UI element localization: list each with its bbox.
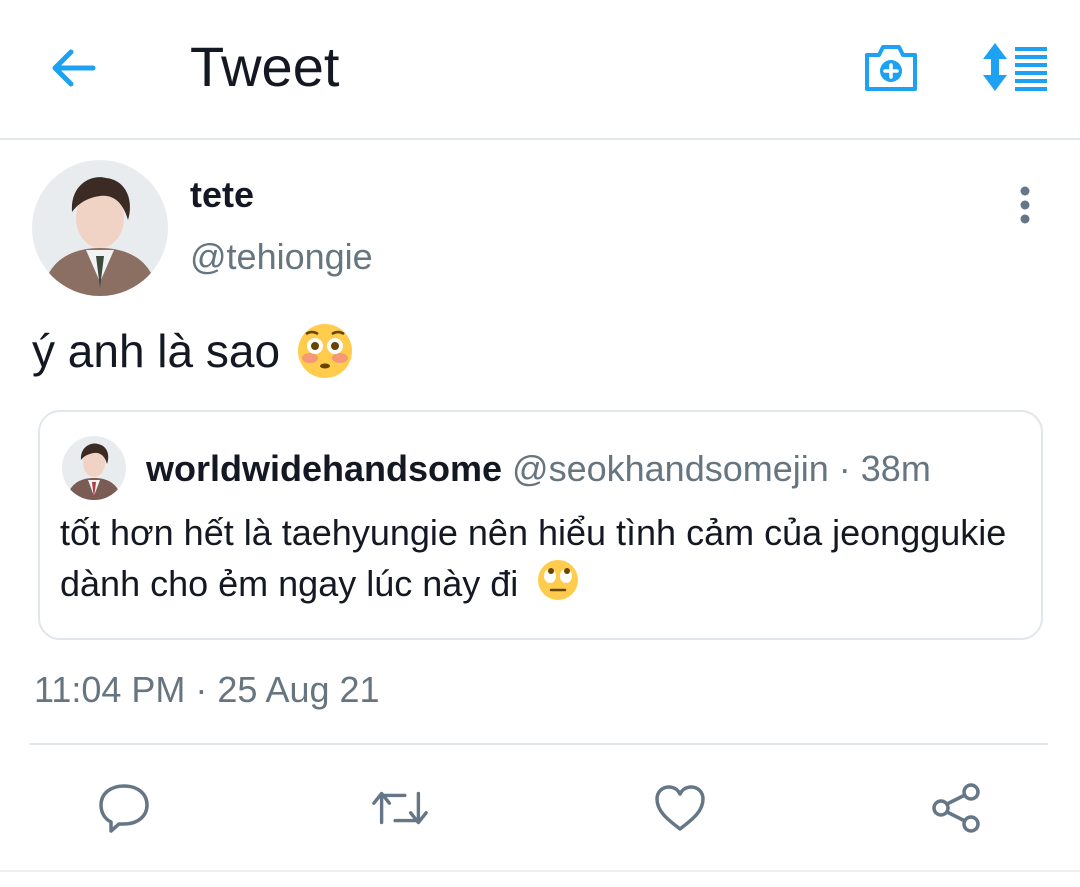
page-title: Tweet: [190, 35, 340, 98]
quoted-author-handle: @seokhandsomejin: [512, 448, 829, 489]
heart-icon: [655, 785, 705, 831]
retweet-button[interactable]: [370, 778, 430, 838]
quoted-tweet-text-block: tốt hơn hết là taehyungie nên hiểu tình …: [60, 508, 1020, 615]
sort-lines-icon: [983, 43, 1047, 91]
quoted-author-avatar: [62, 436, 126, 500]
sort-button[interactable]: [976, 36, 1056, 98]
author-avatar[interactable]: [32, 160, 168, 296]
reply-button[interactable]: [94, 778, 154, 838]
retweet-icon: [372, 791, 428, 825]
share-button[interactable]: [926, 778, 986, 838]
bottom-divider: [0, 870, 1080, 872]
quoted-tweet-time: 38m: [860, 448, 931, 489]
more-options-button[interactable]: [1000, 180, 1050, 230]
back-button[interactable]: [40, 38, 106, 98]
tweet-timestamp: 11:04 PM · 25 Aug 21: [34, 669, 380, 710]
tweet-text: ý anh là sao: [32, 325, 281, 377]
top-app-bar: Tweet: [0, 0, 1080, 140]
avatar-photo: [32, 160, 168, 296]
quoted-tweet-text: tốt hơn hết là taehyungie nên hiểu tình …: [60, 512, 1007, 605]
quoted-tweet-card[interactable]: worldwidehandsome @seokhandsomejin · 38m…: [38, 410, 1043, 640]
share-icon: [932, 783, 980, 833]
tweet-body: ý anh là sao: [32, 322, 354, 380]
author-display-name[interactable]: tete: [190, 174, 254, 216]
separator-dot: ·: [838, 448, 851, 489]
author-handle[interactable]: @tehiongie: [190, 236, 373, 278]
speech-bubble-icon: [99, 784, 149, 833]
arrow-left-icon: [52, 49, 96, 87]
like-button[interactable]: [650, 778, 710, 838]
eye-roll-emoji: [536, 558, 580, 615]
flushed-face-emoji: [296, 322, 354, 380]
quoted-tweet-header: worldwidehandsome @seokhandsomejin · 38m: [146, 448, 931, 490]
divider: [30, 743, 1048, 745]
quoted-author-name: worldwidehandsome: [146, 448, 503, 489]
more-vertical-icon: [1020, 186, 1030, 224]
camera-button[interactable]: [858, 36, 924, 98]
camera-plus-icon: [865, 45, 917, 91]
